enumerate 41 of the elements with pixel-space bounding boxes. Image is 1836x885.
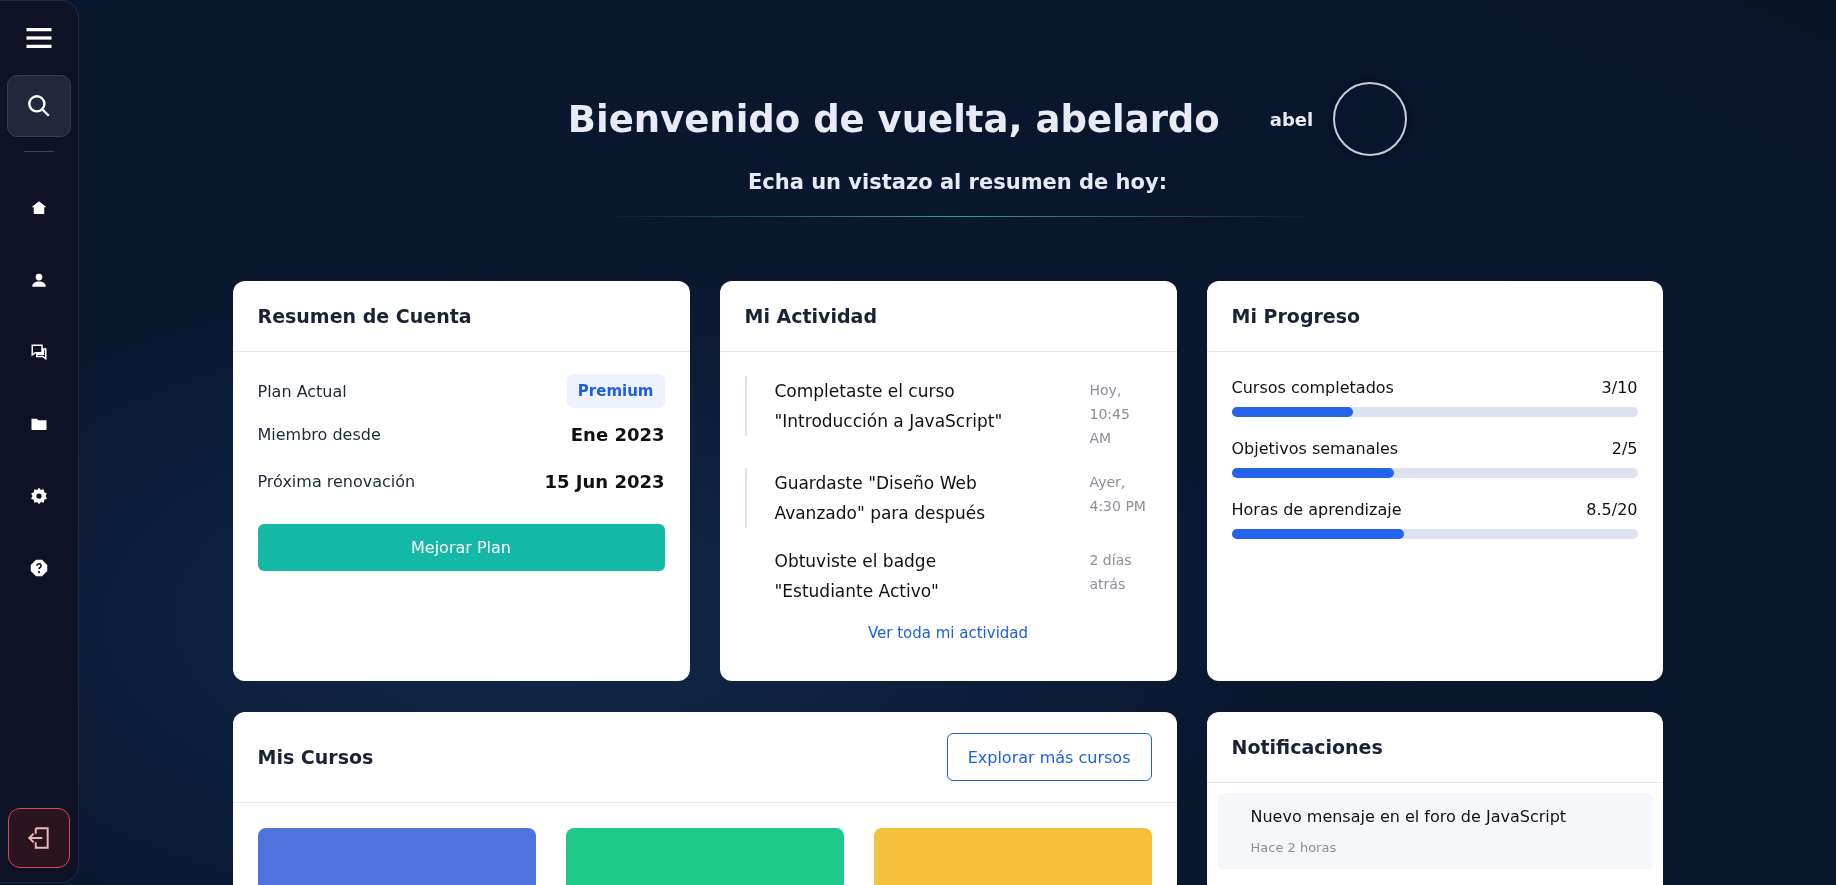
field-label: Próxima renovación: [257, 472, 416, 491]
welcome-subtitle: Echa un vistazo al resumen de hoy:: [747, 170, 1168, 194]
home-icon[interactable]: [30, 199, 48, 217]
card-title: Notificaciones: [1231, 736, 1383, 758]
activity-link[interactable]: Ver toda mi actividad: [744, 624, 1152, 642]
card-title: Mi Progreso: [1231, 305, 1361, 327]
progress-reading: 3/10: [1601, 378, 1638, 397]
username: abel: [1269, 108, 1314, 130]
card-title: Mis Cursos: [257, 746, 374, 768]
search-icon: [26, 93, 52, 119]
activity-time: Hoy, 10:45 AM: [1089, 381, 1131, 448]
logout-button[interactable]: [8, 808, 70, 868]
progress-label: Horas de aprendizaje: [1231, 500, 1402, 519]
progress-label: Objetivos semanales: [1231, 439, 1399, 458]
field-value: Ene 2023: [570, 424, 665, 445]
notification-time: Hace 2 horas: [1250, 840, 1338, 855]
progress-label: Cursos completados: [1231, 378, 1394, 397]
notification-item[interactable]: Nuevo mensaje en el foro de JavaScript Hace 2 horas: [1216, 793, 1653, 869]
activity-text: Completaste el curso "Introducción a JavaScript": [744, 376, 1030, 436]
avatar[interactable]: [1333, 82, 1408, 156]
activity-text: Obtuviste el badge "Estudiante Activo": [773, 550, 940, 603]
card-title: Mi Actividad: [744, 305, 878, 327]
plan-badge: Premium: [566, 374, 665, 408]
activity-time: 2 días atrás: [1089, 551, 1133, 594]
progress-reading: 8.5/20: [1586, 500, 1638, 519]
explore-button[interactable]: Explorar más cursos: [946, 733, 1152, 781]
field-label: Miembro desde: [257, 425, 381, 444]
welcome-title: Bienvenido de vuelta, abelardo: [567, 97, 1220, 141]
activity-text: Guardaste "Diseño Web Avanzado" para después: [744, 468, 1030, 528]
progress-reading: 2/5: [1611, 439, 1638, 458]
user-icon[interactable]: [30, 271, 48, 289]
notification-text: Nuevo mensaje en el foro de JavaScript: [1250, 807, 1568, 826]
activity-time: Ayer, 4:30 PM: [1089, 473, 1147, 516]
field-value: 15 Jun 2023: [544, 471, 665, 492]
settings-icon[interactable]: [30, 487, 48, 505]
logout-icon: [26, 825, 52, 851]
field-label: Plan Actual: [257, 381, 347, 401]
chat-icon[interactable]: [30, 343, 48, 361]
search-button[interactable]: [7, 75, 71, 137]
card-title: Resumen de Cuenta: [257, 305, 472, 327]
help-icon[interactable]: [30, 559, 48, 577]
